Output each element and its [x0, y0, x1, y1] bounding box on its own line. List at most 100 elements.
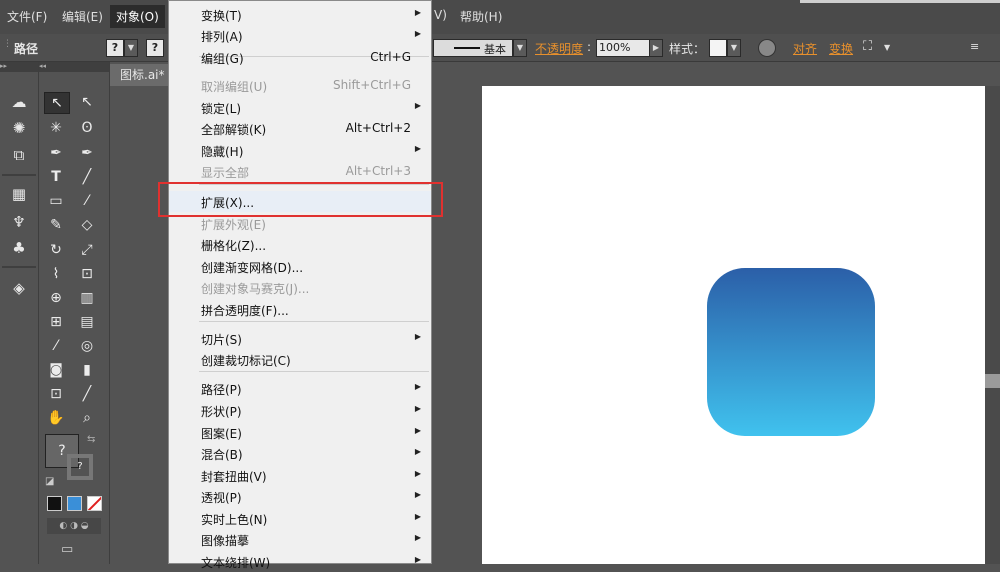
stroke-color-swatch[interactable]: ?: [67, 454, 93, 480]
swap-colors-icon[interactable]: ⇆: [87, 434, 95, 445]
lasso-tool-icon[interactable]: ʘ: [75, 118, 99, 138]
dock-collapse-icon[interactable]: ▸▸: [0, 62, 38, 72]
object-menu-item[interactable]: 透视(P) ▶: [169, 486, 431, 507]
width-tool-icon[interactable]: ⌇: [44, 264, 68, 284]
menu-help[interactable]: 帮助(H): [460, 8, 502, 25]
color-guide-icon[interactable]: ✺: [8, 118, 30, 138]
creative-cloud-icon[interactable]: ☁: [8, 92, 30, 112]
scrollbar-thumb[interactable]: [985, 374, 1000, 388]
hand-tool-icon[interactable]: ✋: [44, 408, 68, 428]
perspective-grid-tool-icon[interactable]: ▥: [75, 288, 99, 308]
line-tool-icon[interactable]: ╱: [75, 167, 99, 187]
object-menu-item[interactable]: 图像描摹 ▶: [169, 529, 431, 550]
isolate-group-icon[interactable]: ⛶: [863, 39, 872, 54]
style-label: 样式：: [669, 42, 706, 56]
submenu-arrow-icon: ▶: [414, 469, 421, 478]
symbols-panel-icon[interactable]: ♣: [8, 238, 30, 258]
gradient-mode-icon[interactable]: [67, 496, 82, 511]
object-menu-item[interactable]: 路径(P) ▶: [169, 378, 431, 399]
tools-collapse-icon[interactable]: ◂◂: [39, 62, 109, 72]
scale-tool-icon[interactable]: ⤢: [75, 240, 99, 260]
symbol-sprayer-tool-icon[interactable]: ◙: [44, 360, 68, 380]
vertical-scrollbar[interactable]: [985, 86, 1000, 564]
mesh-tool-icon[interactable]: ⊞: [44, 312, 68, 332]
gradient-tool-icon[interactable]: ▤: [75, 312, 99, 332]
object-menu-item[interactable]: 图案(E) ▶: [169, 422, 431, 443]
menu-file[interactable]: 文件(F): [7, 8, 47, 25]
fill-dropdown-arrow-icon[interactable]: ▼: [124, 39, 138, 57]
eraser-tool-icon[interactable]: ◇: [75, 215, 99, 235]
rounded-square-icon-shape[interactable]: [707, 268, 875, 436]
object-menu-item[interactable]: 文本绕排(W) ▶: [169, 551, 431, 572]
layers-panel-icon[interactable]: ◈: [8, 278, 30, 298]
brushes-panel-icon[interactable]: ♆: [8, 212, 30, 232]
selection-tool-icon[interactable]: ↖: [44, 92, 70, 114]
menu-view[interactable]: V): [434, 8, 447, 22]
panel-dock: ▸▸ ☁ ✺ ⧉ ▦ ♆ ♣ ◈: [0, 62, 39, 564]
screen-mode-icon[interactable]: ▭: [61, 542, 73, 557]
none-mode-icon[interactable]: [87, 496, 102, 511]
opacity-label[interactable]: 不透明度: [535, 40, 583, 57]
object-menu-item[interactable]: 拼合透明度(F)...: [169, 299, 431, 320]
free-transform-tool-icon[interactable]: ⊡: [75, 264, 99, 284]
document-tab[interactable]: 图标.ai*: [110, 64, 168, 86]
artboard-tool-icon[interactable]: ⊡: [44, 384, 68, 404]
drawing-modes-icon[interactable]: ◐ ◑ ◒: [47, 518, 101, 534]
object-menu-item[interactable]: 切片(S) ▶: [169, 328, 431, 349]
type-tool-icon[interactable]: T: [44, 167, 68, 187]
transform-panel-icon[interactable]: ⧉: [8, 145, 30, 165]
tools-panel: ◂◂ ↖ ↖ ✳ ʘ ✒ ✒ T ╱ ▭ ⁄ ✎ ◇ ↻ ⤢ ⌇ ⊡ ⊕ ▥ ⊞…: [39, 62, 110, 564]
object-menu-item[interactable]: 隐藏(H) ▶: [169, 140, 431, 161]
transform-link[interactable]: 变换: [829, 40, 853, 57]
graphic-style-swatch[interactable]: [709, 39, 727, 57]
opacity-slider-arrow-icon[interactable]: ▶: [649, 39, 663, 57]
pen-tool-icon[interactable]: ✒: [44, 143, 68, 163]
rectangle-tool-icon[interactable]: ▭: [44, 191, 68, 211]
recolor-artwork-icon[interactable]: [758, 39, 776, 57]
curvature-tool-icon[interactable]: ✒: [75, 143, 99, 163]
style-dropdown-icon[interactable]: ▼: [727, 39, 741, 57]
magic-wand-tool-icon[interactable]: ✳: [44, 118, 68, 138]
slice-tool-icon[interactable]: ╱: [75, 384, 99, 404]
direct-selection-tool-icon[interactable]: ↖: [75, 92, 99, 112]
default-colors-icon[interactable]: ◪: [45, 476, 54, 487]
submenu-arrow-icon: ▶: [414, 29, 421, 38]
menu-item-label: 创建渐变网格(D)...: [201, 261, 304, 275]
object-menu-item[interactable]: 编组(G) Ctrl+G: [169, 47, 431, 68]
object-menu-item[interactable]: 变换(T) ▶: [169, 4, 431, 25]
object-menu-item[interactable]: 创建裁切标记(C): [169, 349, 431, 370]
menu-item-label: 拼合透明度(F)...: [201, 304, 289, 318]
object-menu-item[interactable]: 排列(A) ▶: [169, 25, 431, 46]
stroke-unknown-swatch[interactable]: ?: [146, 39, 164, 57]
blend-tool-icon[interactable]: ◎: [75, 336, 99, 356]
submenu-arrow-icon: ▶: [414, 8, 421, 17]
search-field-edge[interactable]: [800, 0, 1000, 3]
object-menu-item[interactable]: 实时上色(N) ▶: [169, 508, 431, 529]
object-menu-item[interactable]: 混合(B) ▶: [169, 443, 431, 464]
fill-unknown-swatch[interactable]: ?: [106, 39, 124, 57]
menu-edit[interactable]: 编辑(E): [62, 8, 103, 25]
zoom-tool-icon[interactable]: ⌕: [75, 408, 99, 428]
options-dropdown-icon[interactable]: ▼: [884, 43, 890, 52]
eyedropper-tool-icon[interactable]: ⁄: [44, 336, 68, 356]
menu-object[interactable]: 对象(O): [110, 5, 165, 28]
shape-builder-tool-icon[interactable]: ⊕: [44, 288, 68, 308]
object-menu-item[interactable]: 全部解锁(K) Alt+Ctrl+2: [169, 118, 431, 139]
color-mode-icon[interactable]: [47, 496, 62, 511]
panel-menu-icon[interactable]: ≡: [970, 40, 979, 53]
paintbrush-tool-icon[interactable]: ⁄: [75, 191, 99, 211]
opacity-input[interactable]: 100%: [596, 39, 650, 57]
stroke-line-preview: [454, 47, 480, 49]
swatches-panel-icon[interactable]: ▦: [8, 184, 30, 204]
rotate-tool-icon[interactable]: ↻: [44, 240, 68, 260]
column-graph-tool-icon[interactable]: ▮: [75, 360, 99, 380]
object-menu-item[interactable]: 封套扭曲(V) ▶: [169, 465, 431, 486]
object-menu-item[interactable]: 形状(P) ▶: [169, 400, 431, 421]
stroke-style-field[interactable]: 基本: [433, 39, 513, 57]
object-menu-item[interactable]: 栅格化(Z)...: [169, 234, 431, 255]
object-menu-item[interactable]: 锁定(L) ▶: [169, 97, 431, 118]
object-menu-item[interactable]: 创建渐变网格(D)...: [169, 256, 431, 277]
pencil-tool-icon[interactable]: ✎: [44, 215, 68, 235]
align-link[interactable]: 对齐: [793, 40, 817, 57]
stroke-style-dropdown-icon[interactable]: ▼: [513, 39, 527, 57]
